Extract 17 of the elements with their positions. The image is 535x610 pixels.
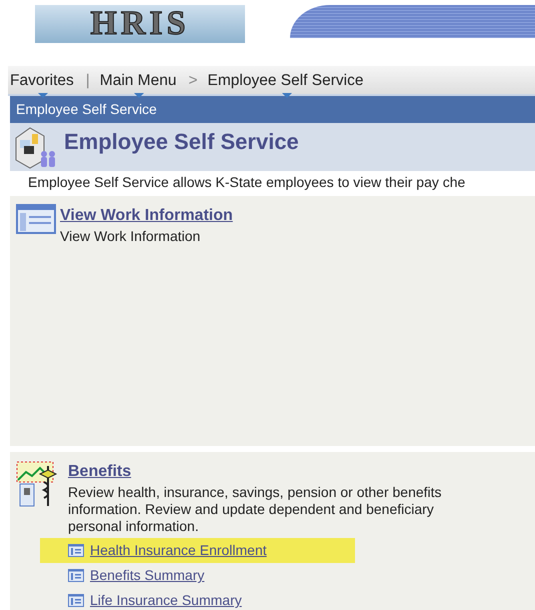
hris-logo: HRIS bbox=[35, 5, 245, 43]
page-description: Employee Self Service allows K-State employees to view their pay che bbox=[28, 174, 466, 190]
benefit-link[interactable]: Benefits Summary bbox=[40, 563, 204, 588]
section-description: View Work Information bbox=[60, 228, 202, 245]
separator: | bbox=[86, 71, 90, 91]
window-icon bbox=[16, 204, 56, 234]
page-bar-title: Employee Self Service bbox=[10, 96, 535, 123]
section-title-link[interactable]: View Work Information bbox=[60, 204, 233, 228]
benefit-link[interactable]: Life Insurance Summary bbox=[40, 588, 242, 610]
list-page-icon bbox=[68, 569, 84, 582]
separator: > bbox=[188, 71, 198, 91]
section-description: Review health, insurance, savings, pension or other benefits information. Review and update dependent and beneficiary personal information. bbox=[68, 484, 443, 534]
page-title: Employee Self Service bbox=[64, 128, 299, 156]
list-page-icon bbox=[68, 594, 84, 608]
list-page-icon bbox=[68, 544, 84, 558]
benefit-link[interactable]: Health Insurance Enrollment bbox=[40, 538, 355, 564]
section-title-link[interactable]: Benefits bbox=[68, 460, 132, 484]
